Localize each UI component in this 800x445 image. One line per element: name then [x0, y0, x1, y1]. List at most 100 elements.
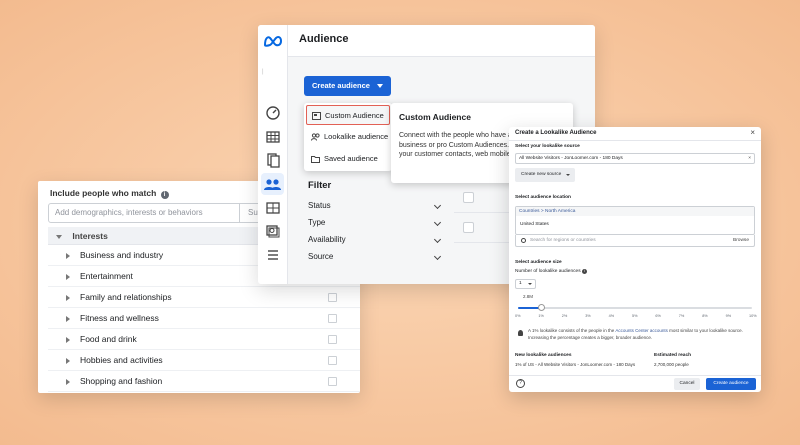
interests-group-label: Interests — [72, 231, 108, 241]
filter-type[interactable]: Type — [308, 218, 442, 235]
create-audience-submit-button[interactable]: Create audience — [706, 378, 756, 390]
lookalike-people-icon — [311, 133, 320, 141]
list-item[interactable]: Family and relationships — [48, 287, 360, 308]
audience-people-icon — [264, 179, 281, 190]
location-search-placeholder: Search for regions or countries — [530, 238, 596, 243]
location-label: Select audience location — [515, 195, 571, 200]
list-item[interactable]: Shopping and fashion — [48, 371, 360, 392]
list-item-label: Fitness and wellness — [80, 313, 159, 323]
slider-tick-label: 5% — [632, 314, 638, 318]
menu-item-lookalike-audience[interactable]: Lookalike audience — [306, 127, 390, 147]
create-audience-menu: Custom Audience Lookalike audience Saved… — [304, 103, 392, 171]
chevron-right-icon — [66, 315, 70, 322]
close-icon[interactable]: × — [750, 128, 755, 137]
browse-button[interactable]: Browse — [733, 235, 749, 246]
checkbox[interactable] — [328, 356, 337, 365]
chevron-right-icon — [66, 357, 70, 364]
dropdown-arrow-icon — [566, 174, 570, 176]
filter-label: Status — [308, 201, 331, 210]
info-icon[interactable]: i — [581, 269, 587, 274]
checkbox[interactable] — [328, 293, 337, 302]
number-value: 1 — [519, 281, 522, 286]
info-icon[interactable]: i — [160, 191, 169, 199]
chevron-right-icon — [66, 336, 70, 343]
meta-logo-icon[interactable] — [263, 35, 283, 47]
accounts-center-link[interactable]: Accounts Center accounts — [615, 328, 668, 333]
slider-handle[interactable] — [537, 304, 545, 311]
create-audience-button[interactable]: Create audience — [304, 76, 391, 96]
table-row-checkbox[interactable] — [463, 192, 474, 203]
filter-availability[interactable]: Availability — [308, 235, 442, 252]
collapse-handle-icon[interactable]: | — [262, 69, 264, 75]
catalog-icon[interactable] — [265, 200, 281, 216]
list-item[interactable]: Food and drink — [48, 329, 360, 350]
search-icon — [521, 238, 526, 243]
location-breadcrumb[interactable]: Countries > North America — [516, 207, 754, 216]
audience-size-slider[interactable] — [518, 307, 752, 309]
lightbulb-icon — [518, 330, 523, 336]
suggestions-button[interactable]: Su — [239, 204, 258, 222]
location-selector: Countries > North America United States — [515, 206, 755, 235]
slider-tick-label: 7% — [678, 314, 685, 318]
list-item[interactable]: Hobbies and activities — [48, 350, 360, 371]
source-value: All Website Visitors - JonLoomer.com - 1… — [519, 156, 623, 161]
slider-tick-label: 1% — [538, 314, 544, 318]
chevron-down-icon — [433, 201, 442, 210]
media-library-icon[interactable] — [265, 223, 281, 239]
slider-tick-label: 9% — [725, 314, 732, 318]
menu-item-custom-audience[interactable]: Custom Audience — [306, 105, 390, 125]
cancel-button[interactable]: Cancel — [674, 378, 700, 390]
caret-down-icon — [56, 234, 62, 239]
divider — [509, 140, 761, 141]
slider-tick-label: 10% — [749, 314, 757, 318]
location-search-input[interactable]: Search for regions or countries Browse — [515, 235, 755, 247]
filter-panel: Filter Status Type Availability Source — [308, 180, 442, 269]
list-item-label: Shopping and fashion — [80, 376, 163, 386]
note-text: A 1% lookalike consists of the people in… — [528, 328, 754, 341]
folder-icon — [311, 156, 320, 163]
slider-tick-label: 3% — [585, 314, 591, 318]
menu-item-saved-audience[interactable]: Saved audience — [306, 149, 390, 169]
new-audience-value: 1% of US - All Website Visitors - JonLoo… — [515, 362, 636, 367]
targeting-title-label: Include people who match — [50, 188, 157, 198]
dashboard-gauge-icon[interactable] — [265, 105, 281, 121]
dialog-title: Create a Lookalike Audience — [515, 130, 597, 136]
checkbox[interactable] — [328, 314, 337, 323]
size-label: Select audience size — [515, 260, 562, 265]
location-value: United States — [520, 222, 549, 227]
targeting-search-placeholder: Add demographics, interests or behaviors — [55, 208, 203, 217]
chevron-right-icon — [66, 378, 70, 385]
number-label-text: Number of lookalike audiences — [515, 269, 581, 274]
table-row-divider — [454, 242, 516, 243]
dropdown-arrow-icon — [528, 283, 532, 285]
create-new-source-button[interactable]: Create new source — [515, 168, 575, 182]
lookalike-source-field[interactable]: All Website Visitors - JonLoomer.com - 1… — [515, 153, 755, 164]
table-row-divider — [454, 212, 516, 213]
checkbox[interactable] — [328, 335, 337, 344]
number-of-audiences-select[interactable]: 1 — [515, 279, 536, 289]
table-row-checkbox[interactable] — [463, 222, 474, 233]
filter-status[interactable]: Status — [308, 201, 442, 218]
filter-source[interactable]: Source — [308, 252, 442, 269]
chevron-right-icon — [66, 273, 70, 280]
list-item-label: Family and relationships — [80, 292, 172, 302]
list-item[interactable]: Fitness and wellness — [48, 308, 360, 329]
clear-icon[interactable]: × — [748, 154, 751, 163]
audiences-nav-item[interactable] — [261, 173, 284, 195]
filter-label: Availability — [308, 235, 346, 244]
create-audience-label: Create audience — [312, 81, 370, 90]
slider-tick-label: 2% — [561, 314, 568, 318]
filter-label: Source — [308, 252, 334, 261]
chevron-right-icon — [66, 252, 70, 259]
note-text-pre: A 1% lookalike consists of the people in… — [528, 328, 616, 333]
create-source-label: Create new source — [521, 172, 562, 177]
table-icon[interactable] — [265, 129, 281, 145]
tooltip-title: Custom Audience — [399, 112, 471, 122]
help-icon[interactable]: ? — [516, 379, 525, 388]
pages-icon[interactable] — [265, 152, 281, 168]
slider-tick-label: 0% — [515, 314, 521, 318]
checkbox[interactable] — [328, 377, 337, 386]
menu-icon[interactable] — [265, 247, 281, 263]
divider — [509, 375, 761, 376]
estimated-reach-header: Estimated reach — [654, 353, 692, 358]
